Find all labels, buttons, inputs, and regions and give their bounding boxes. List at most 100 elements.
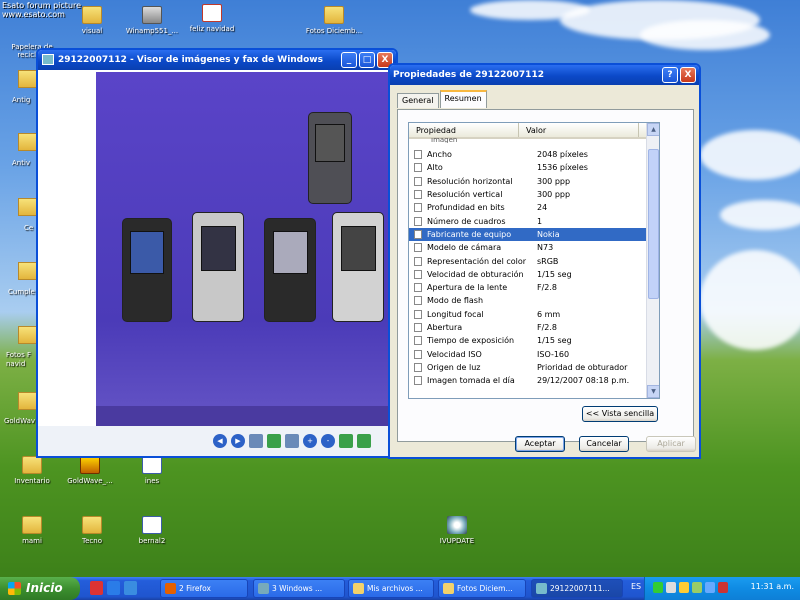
folder-icon[interactable] [18, 392, 38, 410]
property-row[interactable]: Modo de flash [409, 294, 647, 307]
tab-general[interactable]: General [397, 93, 439, 108]
property-row[interactable]: Abertura F/2.8 [409, 321, 647, 334]
start-label: Inicio [26, 581, 63, 595]
tray-app-icon[interactable] [692, 582, 702, 593]
property-row[interactable]: Imagen tomada el día 29/12/2007 08:18 p.m… [409, 374, 647, 387]
tray-app-icon[interactable] [653, 582, 663, 593]
language-indicator[interactable]: ES [631, 582, 641, 591]
property-name: Velocidad ISO [427, 349, 482, 359]
property-document-icon [414, 216, 422, 226]
close-button[interactable]: X [680, 67, 696, 83]
folder-icon[interactable] [18, 326, 38, 344]
property-row[interactable]: Número de cuadros 1 [409, 214, 647, 227]
taskbar-task-firefox[interactable]: 2 Firefox [160, 579, 248, 598]
desktop-icon-inventario[interactable]: Inventario [0, 456, 64, 485]
image-viewer-icon [536, 583, 547, 594]
properties-dialog[interactable]: Propiedades de 29122007112 ? X General R… [388, 63, 701, 459]
property-name: Profundidad en bits [427, 203, 505, 213]
dialog-titlebar[interactable]: Propiedades de 29122007112 ? X [390, 65, 699, 85]
rotate-clockwise-icon[interactable] [339, 434, 353, 448]
folder-icon[interactable] [18, 70, 38, 88]
desktop-icon-ines[interactable]: ines [120, 456, 184, 485]
start-button[interactable]: Inicio [0, 577, 80, 600]
taskbar-task-fotos[interactable]: Fotos Diciem... [438, 579, 526, 598]
property-row[interactable]: Fabricante de equipo Nokia [409, 227, 647, 242]
list-scrollbar[interactable]: ▲ ▼ [646, 123, 659, 398]
property-value: ISO-160 [537, 349, 570, 359]
quicklaunch-app-icon[interactable] [90, 581, 103, 595]
cd-icon [447, 516, 467, 534]
previous-image-icon[interactable]: ◀ [213, 434, 227, 448]
property-row[interactable]: Origen de luz Prioridad de obturador [409, 361, 647, 374]
desktop-icon-goldwave[interactable]: GoldWave_... [58, 456, 122, 485]
rotate-counterclockwise-icon[interactable] [357, 434, 371, 448]
property-row[interactable]: Velocidad de obturación 1/15 seg [409, 268, 647, 281]
best-fit-icon[interactable] [249, 434, 263, 448]
phone-image [264, 218, 316, 322]
scroll-up-icon[interactable]: ▲ [647, 123, 659, 136]
desktop-icon-visual[interactable]: visual [60, 6, 124, 35]
folder-icon[interactable] [18, 133, 38, 151]
desktop-icon-winamp[interactable]: Winamp551_... [120, 6, 184, 35]
image-viewer-window[interactable]: 29122007112 - Visor de imágenes y fax de… [36, 48, 398, 458]
desktop-icon-label: ines [144, 477, 160, 485]
property-row[interactable]: Apertura de la lente F/2.8 [409, 281, 647, 294]
apply-button[interactable]: Aplicar [646, 436, 696, 452]
installer-icon [142, 6, 162, 24]
property-row[interactable]: Alto 1536 píxeles [409, 161, 647, 174]
ok-button[interactable]: Aceptar [515, 436, 565, 452]
property-row[interactable]: Ancho 2048 píxeles [409, 148, 647, 161]
cancel-button[interactable]: Cancelar [579, 436, 629, 452]
tab-resumen[interactable]: Resumen [439, 90, 487, 108]
folder-icon[interactable] [18, 262, 38, 280]
desktop-icon-feliz-navidad[interactable]: feliz navidad [180, 4, 244, 33]
taskbar-task-image-viewer[interactable]: 29122007111... [531, 579, 623, 598]
property-row[interactable]: Modelo de cámara N73 [409, 241, 647, 254]
volume-icon[interactable] [705, 582, 715, 593]
scroll-down-icon[interactable]: ▼ [647, 385, 659, 398]
quicklaunch-ie-icon[interactable] [107, 581, 120, 595]
slideshow-icon[interactable] [285, 434, 299, 448]
quicklaunch-app-icon[interactable] [124, 581, 137, 595]
desktop-icon-fotos-diciembre[interactable]: Fotos Diciemb... [302, 6, 366, 35]
desktop-icon-label: GoldWav [4, 417, 36, 425]
actual-size-icon[interactable] [267, 434, 281, 448]
desktop-icon-mami[interactable]: mami [0, 516, 64, 545]
tray-app-icon[interactable] [718, 582, 728, 593]
property-row[interactable]: Profundidad en bits 24 [409, 201, 647, 214]
tray-app-icon[interactable] [679, 582, 689, 593]
folder-icon[interactable] [18, 198, 38, 216]
property-row[interactable]: Velocidad ISO ISO-160 [409, 347, 647, 360]
column-header-value[interactable]: Valor [519, 123, 639, 137]
property-value: 29/12/2007 08:18 p.m. [537, 376, 630, 386]
taskbar: Inicio 2 Firefox 3 Windows ... Mis archi… [0, 577, 800, 600]
desktop-icon-label: mami [22, 537, 42, 545]
property-name: Ancho [427, 150, 452, 160]
property-value: Prioridad de obturador [537, 362, 628, 372]
property-row[interactable]: Resolución horizontal 300 ppp [409, 175, 647, 188]
simple-view-button[interactable]: << Vista sencilla [582, 406, 658, 422]
desktop-icon-tecno[interactable]: Tecno [60, 516, 124, 545]
property-row[interactable]: Tiempo de exposición 1/15 seg [409, 334, 647, 347]
column-header-property[interactable]: Propiedad [409, 123, 519, 137]
property-row[interactable]: Longitud focal 6 mm [409, 308, 647, 321]
property-row[interactable]: Representación del color sRGB [409, 254, 647, 267]
properties-list[interactable]: Propiedad Valor Imagen Ancho 2048 píxeles… [408, 122, 660, 399]
zoom-out-icon[interactable]: - [321, 434, 335, 448]
zoom-in-icon[interactable]: + [303, 434, 317, 448]
desktop-icon-ivupdate[interactable]: IVUPDATE [425, 516, 489, 545]
desktop-icon-bernal2[interactable]: bernal2 [120, 516, 184, 545]
taskbar-task-windows[interactable]: 3 Windows ... [253, 579, 345, 598]
taskbar-task-mis-archivos[interactable]: Mis archivos ... [348, 579, 434, 598]
tray-app-icon[interactable] [666, 582, 676, 593]
property-row[interactable]: Resolución vertical 300 ppp [409, 188, 647, 201]
property-value: 24 [537, 203, 548, 213]
property-value: 300 ppp [537, 176, 571, 186]
maximize-button[interactable]: □ [359, 52, 375, 68]
next-image-icon[interactable]: ▶ [231, 434, 245, 448]
help-button[interactable]: ? [662, 67, 678, 83]
viewer-titlebar[interactable]: 29122007112 - Visor de imágenes y fax de… [38, 50, 396, 70]
scroll-thumb[interactable] [648, 149, 659, 299]
desktop-icon-label: Inventario [14, 477, 50, 485]
minimize-button[interactable]: _ [341, 52, 357, 68]
